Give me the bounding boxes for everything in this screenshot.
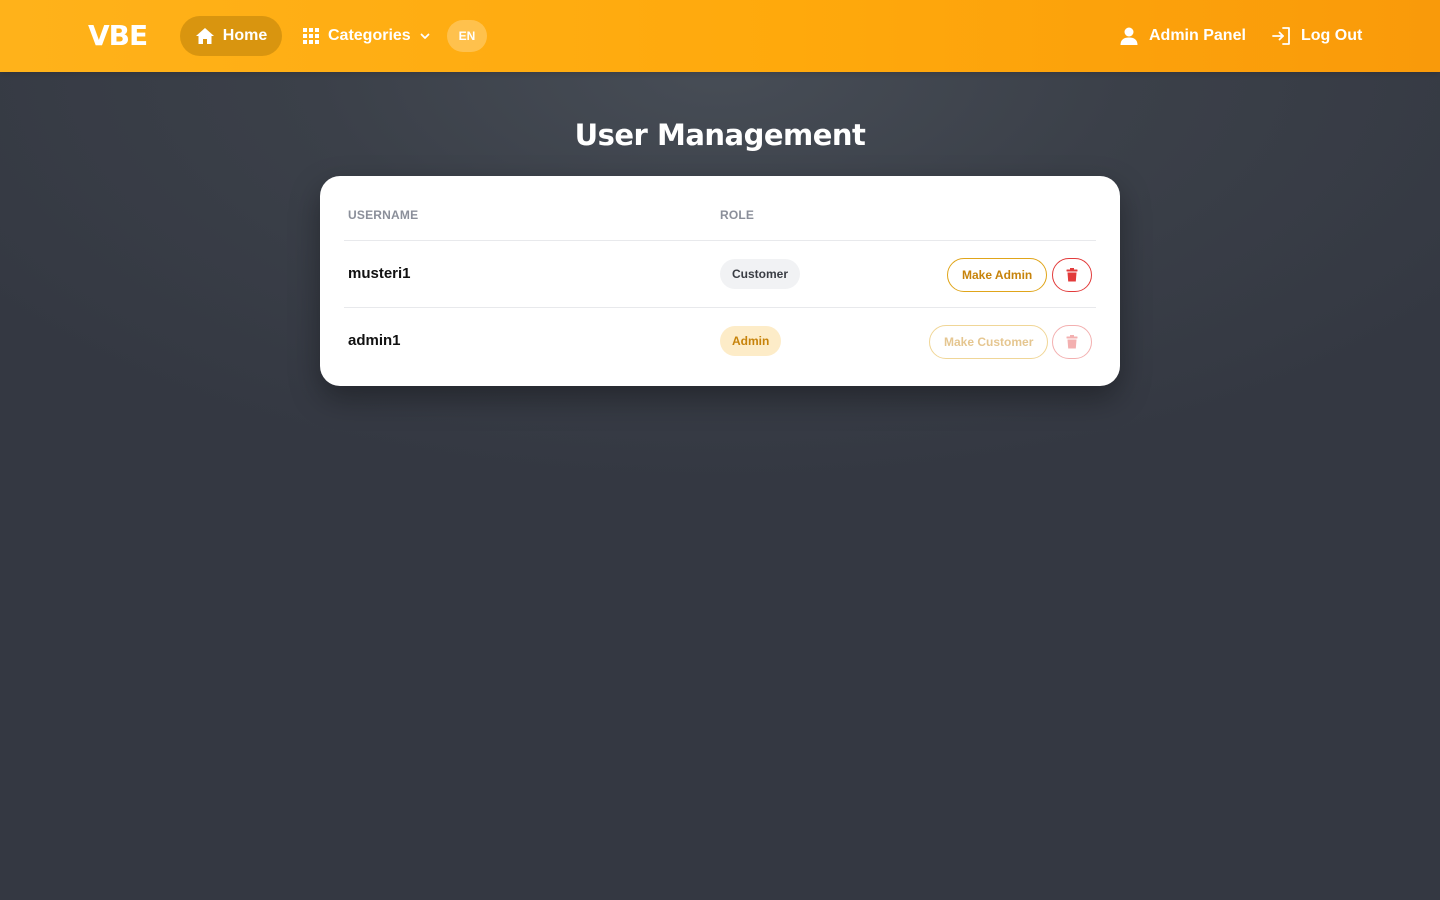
table-row: musteri1 Customer Make Admin xyxy=(344,241,1096,308)
top-navbar: VBE Home Categories EN Admin Panel Log O… xyxy=(0,0,1440,72)
page-title: User Management xyxy=(574,118,866,152)
column-header-role: ROLE xyxy=(720,208,755,222)
role-badge: Customer xyxy=(720,259,801,289)
nav-home-button[interactable]: Home xyxy=(180,16,282,56)
brand-logo[interactable]: VBE xyxy=(88,19,148,53)
language-toggle[interactable]: EN xyxy=(447,20,487,52)
nav-admin-label: Admin Panel xyxy=(1149,27,1246,44)
user-icon xyxy=(1119,26,1139,46)
nav-categories-dropdown[interactable]: Categories xyxy=(302,16,431,56)
column-header-username: USERNAME xyxy=(348,208,419,222)
nav-logout-label: Log Out xyxy=(1301,27,1363,44)
username-cell: admin1 xyxy=(348,332,401,349)
grid-icon xyxy=(302,27,320,45)
trash-icon xyxy=(1066,335,1078,349)
nav-categories-label: Categories xyxy=(328,27,411,44)
delete-user-button[interactable] xyxy=(1052,258,1092,292)
nav-home-label: Home xyxy=(222,27,268,44)
table-row: admin1 Admin Make Customer xyxy=(344,308,1096,375)
logout-icon xyxy=(1271,26,1291,46)
delete-user-button[interactable] xyxy=(1052,325,1092,359)
username-cell: musteri1 xyxy=(348,265,411,282)
users-table-card: USERNAME ROLE musteri1 Customer Make Adm… xyxy=(320,176,1120,386)
nav-admin-panel[interactable]: Admin Panel xyxy=(1119,16,1246,56)
home-icon xyxy=(195,27,215,45)
role-badge: Admin xyxy=(720,326,782,356)
make-admin-button[interactable]: Make Admin xyxy=(947,258,1048,292)
table-header: USERNAME ROLE xyxy=(344,176,1096,241)
make-customer-button[interactable]: Make Customer xyxy=(929,325,1049,359)
chevron-down-icon xyxy=(419,30,431,42)
trash-icon xyxy=(1066,268,1078,282)
nav-logout[interactable]: Log Out xyxy=(1271,16,1362,56)
